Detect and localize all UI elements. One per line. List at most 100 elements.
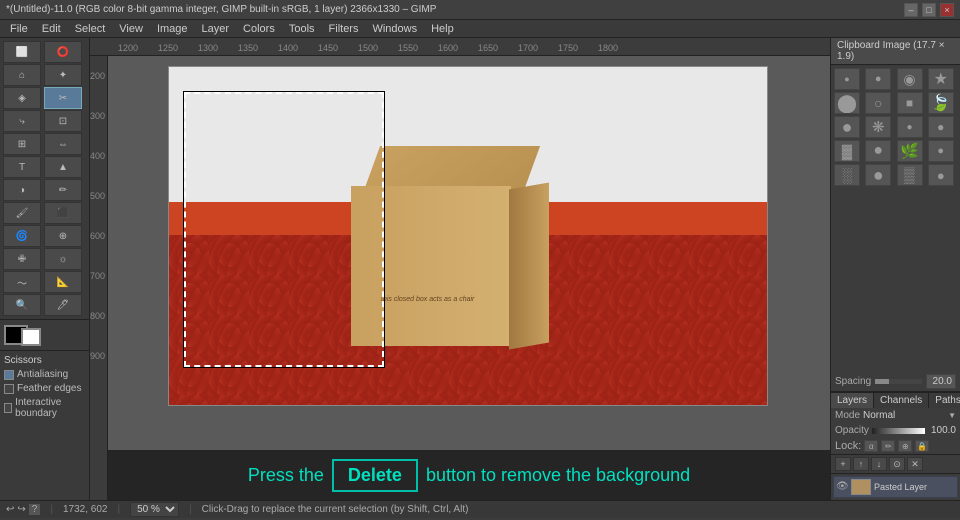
- antialiasing-check[interactable]: [4, 370, 14, 380]
- tool-fill[interactable]: ▲: [44, 156, 82, 178]
- feather-check[interactable]: [4, 384, 14, 394]
- brush-cell-5[interactable]: ○: [865, 92, 891, 114]
- tool-color-picker[interactable]: 🖊: [44, 294, 82, 316]
- brush-cell-9[interactable]: ❋: [865, 116, 891, 138]
- brush-cell-14[interactable]: 🌿: [897, 140, 923, 162]
- tool-text[interactable]: T: [3, 156, 41, 178]
- tool-smudge[interactable]: 〜: [3, 271, 41, 293]
- layers-tab-paths[interactable]: Paths: [929, 393, 960, 408]
- brush-cell-8[interactable]: ●: [834, 116, 860, 138]
- brush-cell-17[interactable]: ●: [865, 164, 891, 186]
- tool-free-select[interactable]: ⌂: [3, 64, 41, 86]
- tool-fuzzy-select[interactable]: ✦: [44, 64, 82, 86]
- layer-row[interactable]: 👁 Pasted Layer: [833, 476, 958, 498]
- option-antialiasing[interactable]: Antialiasing: [4, 369, 85, 380]
- lock-all-btn[interactable]: 🔒: [915, 440, 929, 452]
- layer-thumbnail: [851, 479, 871, 495]
- menu-item-layer[interactable]: Layer: [196, 22, 236, 36]
- menu-item-tools[interactable]: Tools: [283, 22, 321, 36]
- undo-button[interactable]: ↩: [6, 504, 14, 515]
- menu-item-file[interactable]: File: [4, 22, 34, 36]
- brush-cell-1[interactable]: ●: [865, 68, 891, 90]
- tool-crop[interactable]: ⊡: [44, 110, 82, 132]
- zoom-select[interactable]: 50 %: [130, 502, 179, 517]
- menu-item-colors[interactable]: Colors: [237, 22, 281, 36]
- color-area: [0, 319, 89, 350]
- menu-item-help[interactable]: Help: [425, 22, 460, 36]
- tool-paintbrush[interactable]: 🖌: [3, 202, 41, 224]
- canvas-scroll[interactable]: this closed box acts as a chair Press th…: [108, 56, 830, 500]
- help-button[interactable]: ?: [29, 504, 41, 515]
- background-color[interactable]: [21, 328, 41, 346]
- tool-airbrush[interactable]: 🌀: [3, 225, 41, 247]
- tool-transform[interactable]: ⊞: [3, 133, 41, 155]
- layer-controls: +↑↓⊙✕: [831, 455, 960, 474]
- layer-visibility-icon[interactable]: 👁: [836, 481, 848, 493]
- lock-paint-btn[interactable]: ✏: [881, 440, 895, 452]
- brush-cell-2[interactable]: ◉: [897, 68, 923, 90]
- brush-cell-13[interactable]: ●: [865, 140, 891, 162]
- option-interactive[interactable]: Interactive boundary: [4, 397, 85, 419]
- interactive-label: Interactive boundary: [15, 397, 85, 419]
- tool-dodge-burn[interactable]: ☼: [44, 248, 82, 270]
- tool-measure[interactable]: 📐: [44, 271, 82, 293]
- minimize-button[interactable]: –: [904, 3, 918, 17]
- brush-cell-19[interactable]: ●: [928, 164, 954, 186]
- menu-item-filters[interactable]: Filters: [323, 22, 365, 36]
- brush-icon-3: ★: [934, 69, 948, 89]
- raise-layer[interactable]: ↑: [853, 457, 869, 471]
- brush-icon-16: ░: [842, 167, 852, 183]
- tool-pencil[interactable]: ✏: [44, 179, 82, 201]
- close-button[interactable]: ×: [940, 3, 954, 17]
- menu-item-image[interactable]: Image: [151, 22, 194, 36]
- box-shape: this closed box acts as a chair: [351, 146, 531, 346]
- tool-clone[interactable]: ⊕: [44, 225, 82, 247]
- brush-cell-11[interactable]: ●: [928, 116, 954, 138]
- brush-cell-7[interactable]: 🍃: [928, 92, 954, 114]
- tool-scissors-select[interactable]: ✂: [44, 87, 82, 109]
- tool-zoom[interactable]: 🔍: [3, 294, 41, 316]
- layers-tab-layers[interactable]: Layers: [831, 393, 874, 408]
- tool-blend[interactable]: ◑: [3, 179, 41, 201]
- brush-cell-18[interactable]: ▒: [897, 164, 923, 186]
- tool-flip[interactable]: ⇔: [44, 133, 82, 155]
- maximize-button[interactable]: □: [922, 3, 936, 17]
- lock-alpha-btn[interactable]: α: [864, 440, 878, 452]
- brush-cell-10[interactable]: ●: [897, 116, 923, 138]
- interactive-check[interactable]: [4, 403, 12, 413]
- new-layer[interactable]: +: [835, 457, 851, 471]
- brush-icon-12: ▓: [842, 143, 852, 159]
- tool-paths[interactable]: ⤷: [3, 110, 41, 132]
- menu-item-edit[interactable]: Edit: [36, 22, 67, 36]
- duplicate-layer[interactable]: ⊙: [889, 457, 905, 471]
- brush-cell-4[interactable]: ⬤: [834, 92, 860, 114]
- brush-cell-12[interactable]: ▓: [834, 140, 860, 162]
- layer-list: 👁 Pasted Layer: [831, 474, 960, 500]
- opacity-label: Opacity: [835, 425, 869, 436]
- menu-item-view[interactable]: View: [113, 22, 149, 36]
- brush-cell-6[interactable]: ■: [897, 92, 923, 114]
- brush-cell-3[interactable]: ★: [928, 68, 954, 90]
- layers-tab-channels[interactable]: Channels: [874, 393, 929, 408]
- menu-item-select[interactable]: Select: [69, 22, 112, 36]
- brush-cell-0[interactable]: ●: [834, 68, 860, 90]
- right-panel: Clipboard Image (17.7 × 1.9) ●●◉★⬤○■🍃●❋●…: [830, 38, 960, 500]
- lower-layer[interactable]: ↓: [871, 457, 887, 471]
- tool-heal[interactable]: ✙: [3, 248, 41, 270]
- tool-rect-select[interactable]: ⬜: [3, 41, 41, 63]
- tool-select-by-color[interactable]: ◈: [3, 87, 41, 109]
- tool-ellipse-select[interactable]: ⭕: [44, 41, 82, 63]
- tool-eraser[interactable]: ⬛: [44, 202, 82, 224]
- redo-button[interactable]: ↪: [17, 504, 25, 515]
- brush-cell-16[interactable]: ░: [834, 164, 860, 186]
- brush-icon-14: 🌿: [900, 142, 919, 160]
- menu-item-windows[interactable]: Windows: [366, 22, 423, 36]
- mode-arrow[interactable]: ▼: [948, 411, 956, 420]
- spacing-slider[interactable]: [875, 379, 922, 384]
- lock-move-btn[interactable]: ⊕: [898, 440, 912, 452]
- option-feather[interactable]: Feather edges: [4, 383, 85, 394]
- canvas-area: 1200125013001350140014501500155016001650…: [90, 38, 830, 500]
- opacity-slider[interactable]: [872, 428, 925, 434]
- delete-layer[interactable]: ✕: [907, 457, 923, 471]
- brush-cell-15[interactable]: ●: [928, 140, 954, 162]
